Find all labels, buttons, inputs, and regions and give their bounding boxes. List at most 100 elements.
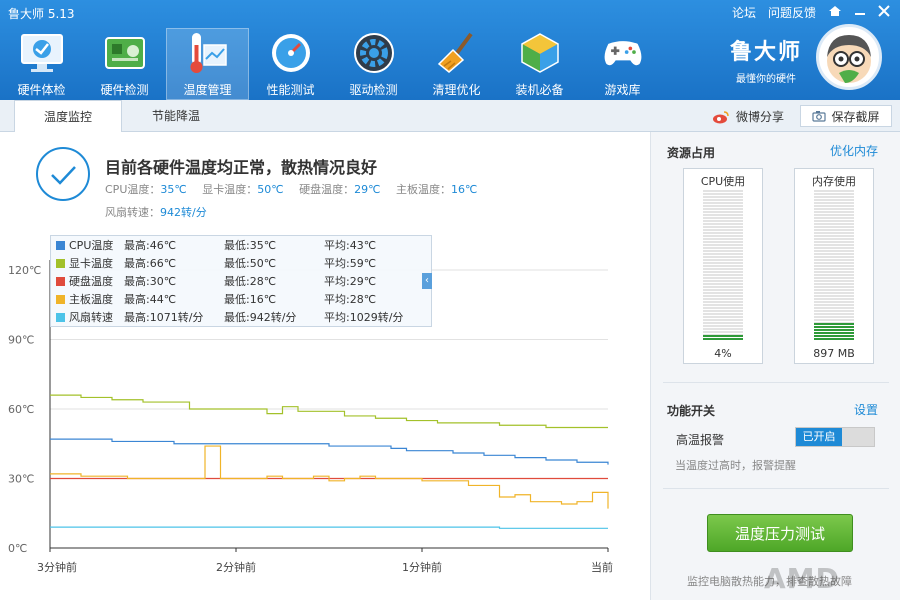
close-icon[interactable] xyxy=(878,5,890,20)
temperature-panel: 目前各硬件温度均正常，散热情况良好 CPU温度：35℃ 显卡温度：50℃ 硬盘温… xyxy=(0,132,650,600)
amd-logo: AMD xyxy=(764,562,840,595)
y-tick-label: 90℃ xyxy=(8,334,34,347)
cpu-usage-bar xyxy=(703,189,743,341)
save-label: 保存截屏 xyxy=(831,109,880,124)
feedback-link[interactable]: 问题反馈 xyxy=(768,4,816,21)
nav-performance[interactable]: 性能测试 xyxy=(249,28,332,100)
board-temp-value: 16℃ xyxy=(450,183,478,196)
legend-max: 最高:30℃ xyxy=(124,275,177,288)
check-circle-icon xyxy=(35,146,91,202)
broom-icon xyxy=(435,31,479,75)
minimize-icon[interactable] xyxy=(854,5,866,20)
cpu-temp-label: CPU温度： xyxy=(105,183,161,196)
series-line-3 xyxy=(50,445,609,509)
legend-max: 最高:66℃ xyxy=(124,257,177,270)
nav-essentials[interactable]: 装机必备 xyxy=(498,28,581,100)
legend-row-fan: 风扇转速 最高:1071转/分 最低:942转/分 平均:1029转/分 xyxy=(51,308,431,326)
high-temp-alarm-toggle[interactable]: 已开启 xyxy=(795,427,875,447)
legend-avg: 平均:59℃ xyxy=(324,257,377,270)
legend-min: 最低:942转/分 xyxy=(224,311,297,324)
series-line-0 xyxy=(50,438,609,465)
y-tick-label: 30℃ xyxy=(8,473,34,486)
settings-link[interactable]: 设置 xyxy=(854,401,878,418)
legend-swatch xyxy=(56,312,65,322)
legend-name: 硬盘温度 xyxy=(69,275,113,288)
nav-games[interactable]: 游戏库 xyxy=(581,28,664,100)
nav-label: 驱动检测 xyxy=(349,83,398,97)
legend-swatch xyxy=(56,258,65,268)
y-tick-label: 0℃ xyxy=(8,542,27,555)
legend-min: 最低:50℃ xyxy=(224,257,277,270)
series-line-4 xyxy=(50,526,608,529)
resources-title: 资源占用 xyxy=(667,146,716,160)
weibo-icon xyxy=(713,110,729,123)
mascot-avatar[interactable] xyxy=(816,24,882,90)
nav-label: 硬件体检 xyxy=(17,83,66,97)
nav-temperature[interactable]: 温度管理 xyxy=(166,28,249,100)
memory-usage-label: 内存使用 xyxy=(812,175,856,188)
high-temp-alarm-label: 高温报警 xyxy=(676,433,725,447)
skin-icon[interactable] xyxy=(828,5,842,20)
legend-collapse-button[interactable]: ‹ xyxy=(422,273,432,289)
legend-max: 最高:1071转/分 xyxy=(124,311,204,324)
legend-swatch xyxy=(56,276,65,286)
nav-label: 清理优化 xyxy=(432,83,481,97)
nav-hardware-check[interactable]: 硬件体检 xyxy=(0,28,83,100)
legend-max: 最高:44℃ xyxy=(124,293,177,306)
divider xyxy=(663,488,889,489)
legend-min: 最低:28℃ xyxy=(224,275,277,288)
alarm-hint: 当温度过高时，报警提醒 xyxy=(675,459,796,472)
temperature-stress-test-button[interactable]: 温度压力测试 xyxy=(707,514,853,552)
fan-speed-label: 风扇转速： xyxy=(105,206,160,219)
divider xyxy=(663,382,889,383)
legend-row-gpu: 显卡温度 最高:66℃ 最低:50℃ 平均:59℃ xyxy=(51,254,431,272)
circuit-board-icon xyxy=(103,31,147,75)
top-bar: 鲁大师 5.13 论坛 问题反馈 硬件体检 硬件检测 温度管理 性能测试 驱动检… xyxy=(0,0,900,100)
optimize-memory-link[interactable]: 优化内存 xyxy=(830,142,878,159)
forum-link[interactable]: 论坛 xyxy=(732,4,756,21)
memory-usage-value: 897 MB xyxy=(813,347,855,360)
thermometer-icon xyxy=(186,31,230,75)
gpu-temp-label: 显卡温度： xyxy=(202,183,258,196)
x-tick-label: 1分钟前 xyxy=(402,560,442,574)
legend-name: 主板温度 xyxy=(69,293,113,306)
board-temp-label: 主板温度： xyxy=(395,183,451,196)
window-controls: 论坛 问题反馈 xyxy=(732,4,890,21)
legend-row-cpu: CPU温度 最高:46℃ 最低:35℃ 平均:43℃ xyxy=(51,236,431,254)
legend-min: 最低:35℃ xyxy=(224,239,277,252)
series-line-1 xyxy=(50,394,608,429)
weibo-share-button[interactable]: 微博分享 xyxy=(712,108,784,125)
legend-swatch xyxy=(56,294,65,304)
brand-slogan: 最懂你的硬件 xyxy=(735,74,796,85)
tab-temperature-monitor[interactable]: 温度监控 xyxy=(14,100,122,133)
monitor-icon xyxy=(20,31,64,75)
cpu-temp-value: 35℃ xyxy=(160,183,187,196)
y-tick-label: 120℃ xyxy=(8,264,41,277)
save-screenshot-button[interactable]: 保存截屏 xyxy=(800,105,892,127)
features-title: 功能开关 xyxy=(667,404,716,418)
legend-max: 最高:46℃ xyxy=(124,239,177,252)
gpu-temp-value: 50℃ xyxy=(257,183,284,196)
share-label: 微博分享 xyxy=(736,110,785,124)
box-icon xyxy=(518,31,562,75)
nav-label: 温度管理 xyxy=(183,83,232,97)
nav-hardware-detect[interactable]: 硬件检测 xyxy=(83,28,166,100)
legend-avg: 平均:1029转/分 xyxy=(324,311,404,324)
legend-name: CPU温度 xyxy=(69,239,114,252)
nav-driver[interactable]: 驱动检测 xyxy=(332,28,415,100)
x-tick-label: 3分钟前 xyxy=(37,560,77,574)
legend-swatch xyxy=(56,240,65,250)
memory-usage-bar xyxy=(814,189,854,341)
legend-name: 显卡温度 xyxy=(69,257,113,270)
memory-usage-fill xyxy=(814,322,854,341)
legend-avg: 平均:29℃ xyxy=(324,275,377,288)
toggle-state: 已开启 xyxy=(796,428,842,446)
nav-cleanup[interactable]: 清理优化 xyxy=(415,28,498,100)
x-tick-label: 当前 xyxy=(591,560,613,574)
chart-legend: CPU温度 最高:46℃ 最低:35℃ 平均:43℃ 显卡温度 最高:66℃ 最… xyxy=(50,235,432,327)
main-nav: 硬件体检 硬件检测 温度管理 性能测试 驱动检测 清理优化 装机必备 游戏库 xyxy=(0,28,664,100)
cpu-usage-meter: CPU使用 4% xyxy=(683,168,763,364)
temperature-summary: CPU温度：35℃ 显卡温度：50℃ 硬盘温度：29℃ 主板温度：16℃ xyxy=(105,181,489,197)
tab-energy-saving[interactable]: 节能降温 xyxy=(122,100,230,132)
brand: 鲁大师 最懂你的硬件 xyxy=(730,34,802,85)
